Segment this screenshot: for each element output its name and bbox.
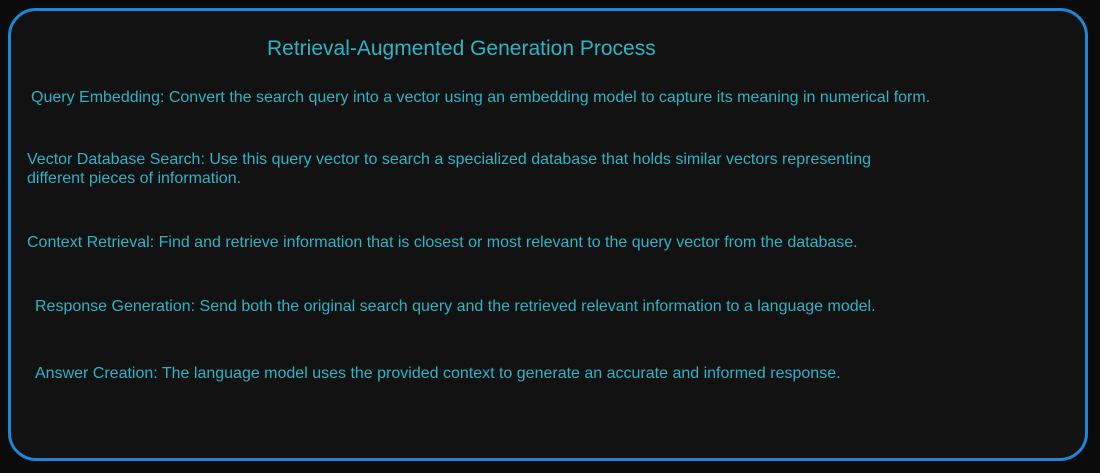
step-vector-database-search: Vector Database Search: Use this query v…	[27, 151, 871, 187]
diagram-title: Retrieval-Augmented Generation Process	[267, 37, 656, 60]
step-response-generation: Response Generation: Send both the origi…	[35, 298, 876, 315]
step-context-retrieval: Context Retrieval: Find and retrieve inf…	[27, 234, 858, 251]
diagram-panel: Retrieval-Augmented Generation Process Q…	[8, 8, 1088, 461]
step-answer-creation: Answer Creation: The language model uses…	[35, 365, 841, 382]
step-query-embedding: Query Embedding: Convert the search quer…	[31, 89, 931, 106]
